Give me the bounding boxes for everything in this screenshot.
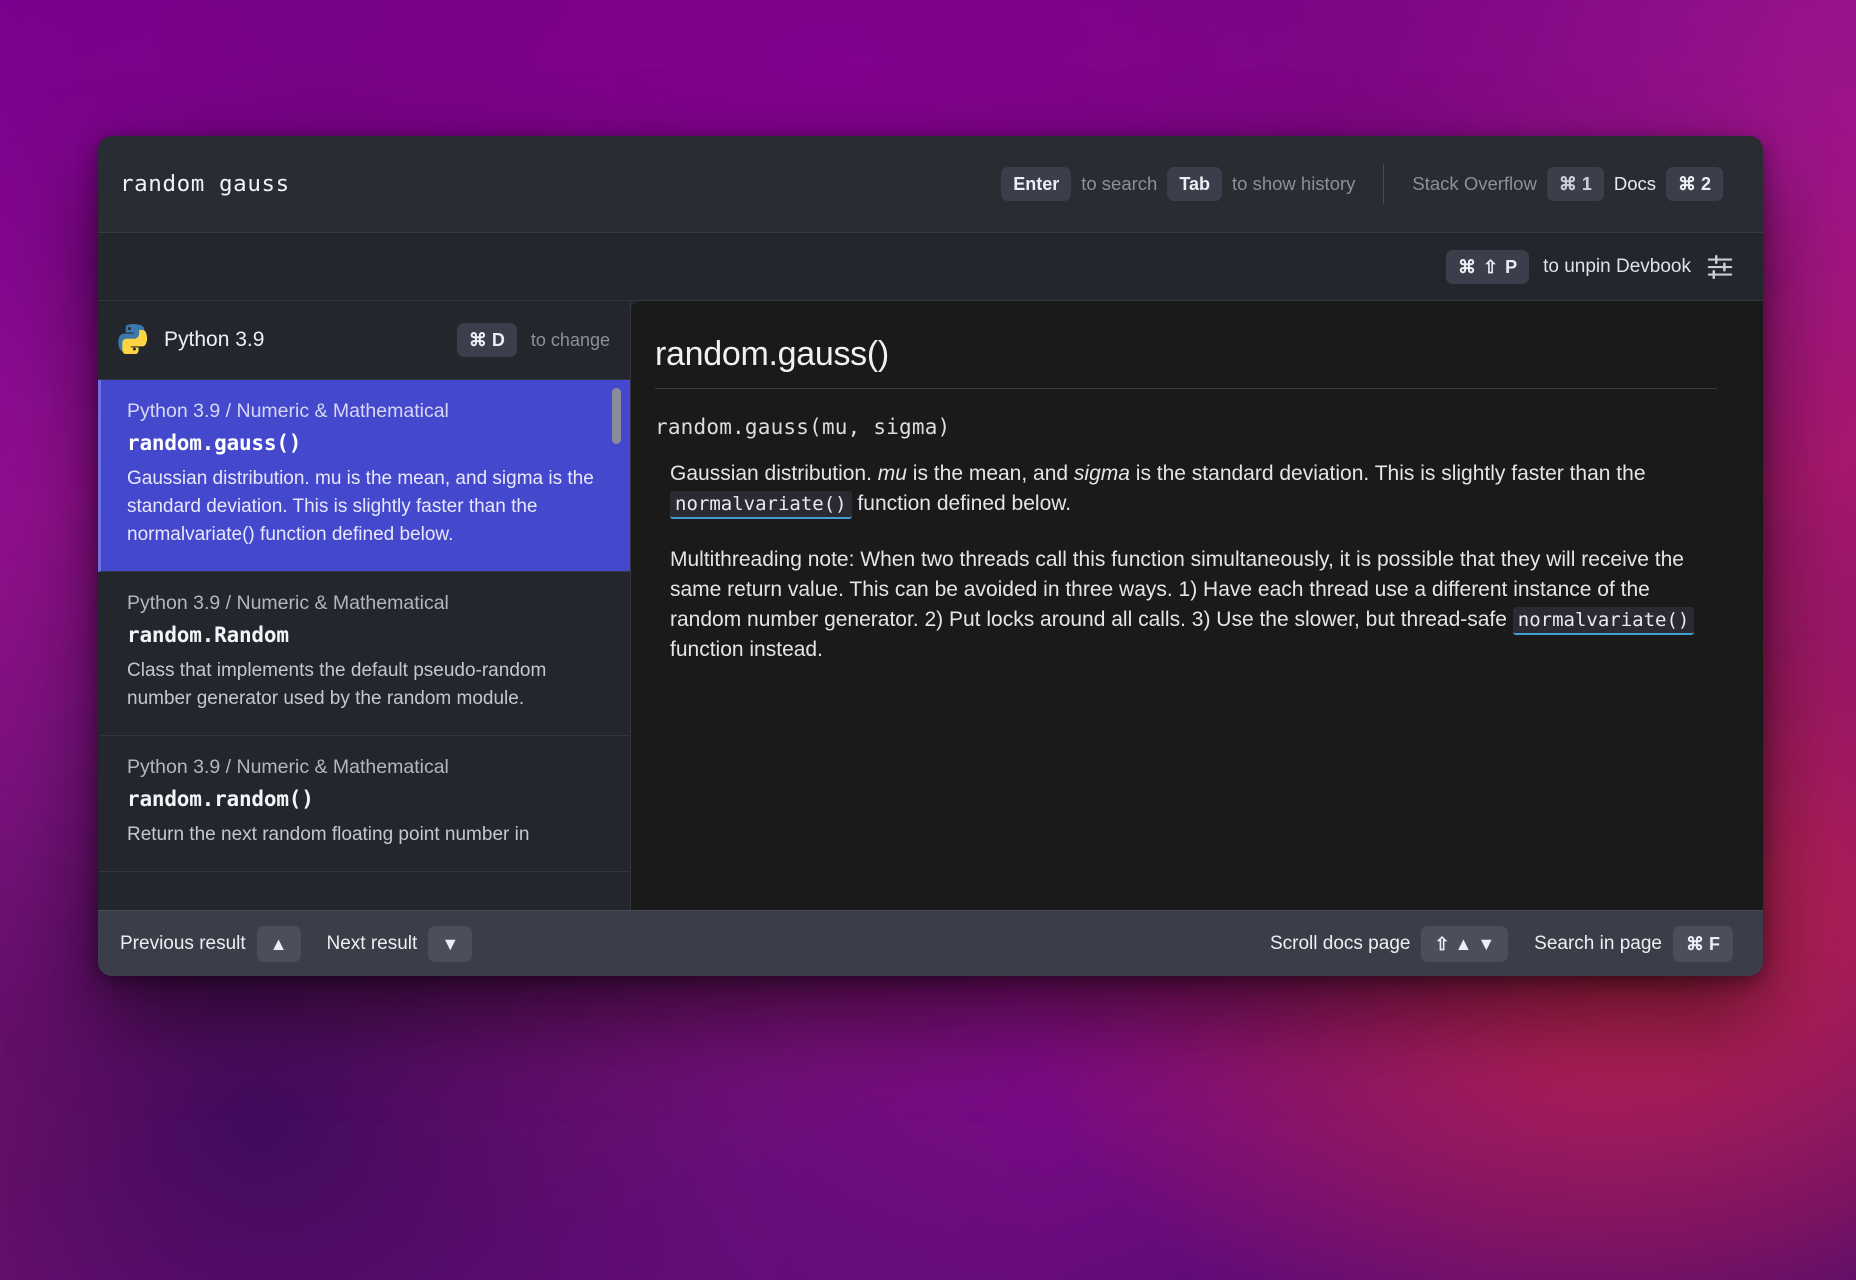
- result-item-2[interactable]: Python 3.9 / Numeric & Mathematical rand…: [98, 736, 630, 872]
- tab-docs-label[interactable]: Docs: [1614, 173, 1656, 195]
- hints-divider: [1383, 164, 1384, 204]
- docs-body: Gaussian distribution. mu is the mean, a…: [655, 459, 1717, 665]
- result-item-1[interactable]: Python 3.9 / Numeric & Mathematical rand…: [98, 572, 630, 736]
- result-breadcrumb: Python 3.9 / Numeric & Mathematical: [127, 400, 604, 423]
- result-breadcrumb: Python 3.9 / Numeric & Mathematical: [127, 592, 604, 615]
- scroll-docs-label: Scroll docs page: [1270, 933, 1410, 955]
- unpin-label: to unpin Devbook: [1543, 256, 1691, 278]
- search-hints: Enter to search Tab to show history Stac…: [1001, 164, 1723, 204]
- p1-em-sigma: sigma: [1074, 462, 1130, 485]
- next-result-control[interactable]: Next result ▼: [327, 926, 473, 962]
- result-title: random.gauss(): [127, 431, 604, 455]
- search-in-page-label: Search in page: [1534, 933, 1662, 955]
- tab-hint-label: to show history: [1232, 173, 1355, 195]
- pin-bar: ⌘ ⇧ P to unpin Devbook: [98, 233, 1763, 301]
- docs-pane: random.gauss() random.gauss(mu, sigma) G…: [631, 301, 1763, 910]
- arrow-down-icon[interactable]: ▼: [428, 926, 472, 962]
- shift-glyph: ⇧: [1483, 258, 1498, 276]
- result-description: Return the next random floating point nu…: [127, 821, 604, 849]
- p2-part2: function instead.: [670, 638, 823, 661]
- tab-stack-overflow-label[interactable]: Stack Overflow: [1412, 173, 1536, 195]
- result-title: random.Random: [127, 623, 604, 647]
- arrow-up-icon[interactable]: ▲: [257, 926, 301, 962]
- previous-result-control[interactable]: Previous result ▲: [120, 926, 301, 962]
- tab-key-chip[interactable]: Tab: [1167, 167, 1222, 201]
- p1-part2: is the mean, and: [907, 462, 1074, 485]
- result-description: Class that implements the default pseudo…: [127, 657, 604, 713]
- p-glyph: P: [1505, 258, 1517, 276]
- next-result-label: Next result: [327, 933, 418, 955]
- enter-key-chip[interactable]: Enter: [1001, 167, 1071, 201]
- p1-em-mu: mu: [878, 462, 907, 485]
- search-input[interactable]: random gauss: [120, 171, 1001, 197]
- status-bar: Previous result ▲ Next result ▼ Scroll d…: [98, 910, 1763, 976]
- p1-part4: function defined below.: [852, 492, 1072, 515]
- result-breadcrumb: Python 3.9 / Numeric & Mathematical: [127, 756, 604, 779]
- language-selector[interactable]: Python 3.9 ⌘ D to change: [98, 301, 630, 380]
- cmd-glyph: ⌘: [1458, 258, 1476, 276]
- previous-result-label: Previous result: [120, 933, 246, 955]
- docs-title: random.gauss(): [655, 335, 1717, 389]
- result-description: Gaussian distribution. mu is the mean, a…: [127, 465, 604, 549]
- p1-part3: is the standard deviation. This is sligh…: [1130, 462, 1646, 485]
- search-in-page-shortcut[interactable]: ⌘ F: [1673, 926, 1733, 962]
- docs-signature: random.gauss(mu, sigma): [655, 415, 1717, 439]
- results-scrollbar-thumb[interactable]: [612, 388, 621, 444]
- unpin-shortcut-chip[interactable]: ⌘ ⇧ P: [1446, 250, 1529, 284]
- result-title: random.random(): [127, 787, 604, 811]
- scroll-keys-chip[interactable]: ⇧ ▲ ▼: [1421, 926, 1508, 962]
- result-item-0[interactable]: Python 3.9 / Numeric & Mathematical rand…: [98, 380, 630, 572]
- change-language-hint: to change: [531, 330, 610, 351]
- docs-paragraph-2: Multithreading note: When two threads ca…: [670, 545, 1717, 665]
- devbook-window: random gauss Enter to search Tab to show…: [98, 136, 1763, 976]
- language-name: Python 3.9: [164, 328, 443, 352]
- python-logo-icon: [118, 322, 150, 359]
- search-in-page-control[interactable]: Search in page ⌘ F: [1534, 926, 1733, 962]
- tab-docs-shortcut[interactable]: ⌘ 2: [1666, 167, 1723, 201]
- normalvariate-link[interactable]: normalvariate(): [670, 491, 852, 519]
- p1-part1: Gaussian distribution.: [670, 462, 878, 485]
- search-bar: random gauss Enter to search Tab to show…: [98, 136, 1763, 233]
- scroll-docs-control[interactable]: Scroll docs page ⇧ ▲ ▼: [1270, 926, 1508, 962]
- docs-paragraph-1: Gaussian distribution. mu is the mean, a…: [670, 459, 1717, 519]
- results-list[interactable]: Python 3.9 / Numeric & Mathematical rand…: [98, 380, 630, 910]
- normalvariate-link[interactable]: normalvariate(): [1513, 607, 1695, 635]
- tab-stack-overflow-shortcut[interactable]: ⌘ 1: [1547, 167, 1604, 201]
- sliders-icon[interactable]: [1705, 252, 1735, 282]
- enter-hint-label: to search: [1081, 173, 1157, 195]
- results-pane: Python 3.9 ⌘ D to change Python 3.9 / Nu…: [98, 301, 631, 910]
- main-split: Python 3.9 ⌘ D to change Python 3.9 / Nu…: [98, 301, 1763, 910]
- change-language-shortcut[interactable]: ⌘ D: [457, 323, 517, 357]
